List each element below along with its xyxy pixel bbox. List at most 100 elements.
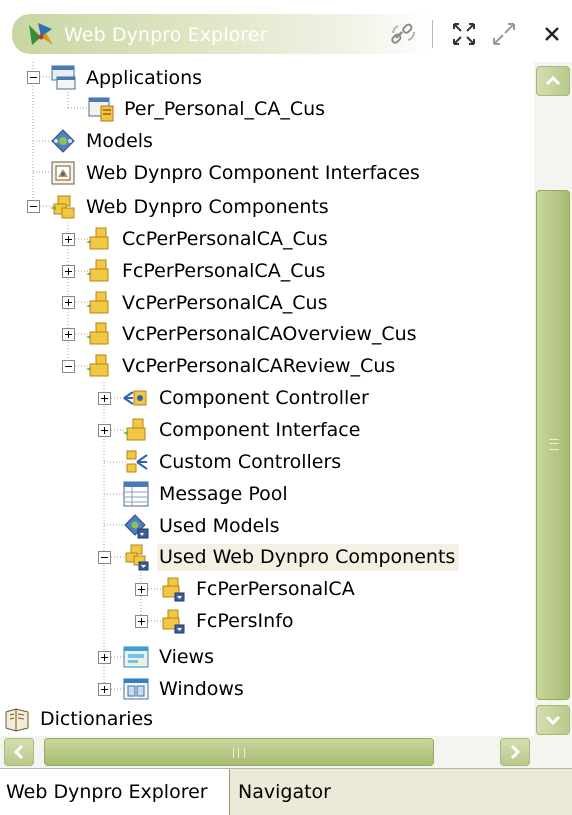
- application-icon: [88, 97, 114, 122]
- tab-navigator[interactable]: Navigator: [230, 769, 360, 815]
- tree-node-applications[interactable]: Applications: [48, 62, 206, 94]
- close-icon[interactable]: [536, 18, 568, 50]
- horizontal-scroll-thumb[interactable]: [44, 738, 434, 766]
- collapse-toggle[interactable]: [98, 551, 111, 564]
- tree-node-label: VcPerPersonalCAOverview_Cus: [122, 322, 417, 345]
- dictionaries-icon: [5, 708, 29, 732]
- tree-node-label: Web Dynpro Component Interfaces: [86, 161, 420, 184]
- view-title: Web Dynpro Explorer: [64, 24, 268, 46]
- tree-node-component-controller[interactable]: Component Controller: [121, 382, 373, 414]
- explorer-tree: Applications Per_Personal_CA_Cus Models: [0, 62, 534, 736]
- toolbar-separator: [432, 20, 433, 48]
- maximize-icon[interactable]: [448, 18, 480, 50]
- expand-toggle[interactable]: [135, 615, 148, 628]
- horizontal-scrollbar[interactable]: [0, 736, 572, 768]
- used-component-icon: [162, 577, 185, 602]
- tree-node-windows[interactable]: Windows: [121, 673, 248, 705]
- expand-toggle[interactable]: [62, 296, 75, 309]
- tree-node-label: CcPerPersonalCA_Cus: [122, 227, 328, 250]
- views-icon: [123, 646, 149, 668]
- chevron-right-icon: [510, 744, 521, 760]
- tree-node-views[interactable]: Views: [121, 641, 218, 673]
- windows-icon: [123, 678, 149, 700]
- tree-node-component-interfaces[interactable]: Web Dynpro Component Interfaces: [48, 157, 424, 189]
- expand-toggle[interactable]: [98, 651, 111, 664]
- tree-node-component[interactable]: CcPerPersonalCA_Cus: [84, 223, 332, 255]
- component-icon: [86, 322, 109, 345]
- scroll-down-button[interactable]: [536, 705, 570, 735]
- tree-node-component-interface[interactable]: Component Interface: [121, 414, 364, 446]
- tree-node-label: Dictionaries: [40, 707, 154, 730]
- tree-node-label: Component Interface: [159, 418, 361, 441]
- component-icon: [86, 354, 109, 377]
- component-icon: [86, 227, 109, 250]
- tree-node-dictionaries[interactable]: Dictionaries: [2, 703, 157, 735]
- custom-controllers-icon: [126, 450, 148, 473]
- chevron-left-icon: [13, 744, 24, 760]
- tree-node-component[interactable]: FcPerPersonalCA_Cus: [84, 255, 329, 287]
- tree-node-component[interactable]: VcPerPersonalCAReview_Cus: [84, 350, 399, 382]
- applications-icon: [51, 65, 76, 90]
- scroll-right-button[interactable]: [500, 738, 530, 766]
- tree-node-label: Models: [86, 129, 153, 152]
- tree-node-label: Used Models: [159, 514, 280, 537]
- vertical-scroll-thumb[interactable]: [536, 190, 570, 700]
- scroll-left-button[interactable]: [4, 738, 34, 766]
- component-interfaces-icon: [51, 161, 75, 185]
- expand-toggle[interactable]: [98, 424, 111, 437]
- tree-node-component[interactable]: VcPerPersonalCA_Cus: [84, 287, 331, 319]
- tree-node-label: FcPersInfo: [196, 609, 294, 632]
- models-icon: [51, 129, 75, 153]
- tree-node-label: Component Controller: [159, 386, 369, 409]
- web-dynpro-explorer-window: Web Dynpro Explorer Applications Per_Per…: [0, 0, 572, 815]
- scroll-grip: [233, 748, 245, 758]
- link-sync-icon[interactable]: [388, 18, 420, 50]
- scroll-up-button[interactable]: [536, 66, 570, 96]
- tree-node-label: Web Dynpro Components: [86, 195, 329, 218]
- message-pool-icon: [123, 481, 149, 507]
- component-icon: [86, 291, 109, 314]
- tree-node-label: Message Pool: [159, 482, 288, 505]
- expand-toggle[interactable]: [62, 265, 75, 278]
- component-icon: [86, 259, 109, 282]
- tree-node-components[interactable]: Web Dynpro Components: [48, 191, 333, 223]
- tree-node-used-component[interactable]: FcPerPersonalCA: [158, 573, 359, 605]
- expand-toggle[interactable]: [62, 328, 75, 341]
- tree-node-label: Per_Personal_CA_Cus: [124, 97, 326, 120]
- scrollbar-corner: [534, 736, 572, 768]
- expand-toggle[interactable]: [62, 233, 75, 246]
- tree-node-label: Custom Controllers: [159, 450, 342, 473]
- chevron-down-icon: [545, 715, 561, 726]
- tab-web-dynpro-explorer[interactable]: Web Dynpro Explorer: [0, 769, 230, 815]
- component-controller-icon: [123, 390, 147, 406]
- tree-node-component[interactable]: VcPerPersonalCAOverview_Cus: [84, 318, 421, 350]
- tree-node-label: Applications: [86, 66, 203, 89]
- expand-toggle[interactable]: [135, 583, 148, 596]
- used-component-icon: [162, 609, 185, 634]
- tree-node-used-components[interactable]: Used Web Dynpro Components: [121, 541, 460, 573]
- expand-toggle[interactable]: [98, 683, 111, 696]
- tree-node-label: Used Web Dynpro Components: [157, 543, 460, 571]
- collapse-toggle[interactable]: [27, 200, 40, 213]
- component-interface-icon: [123, 418, 146, 441]
- components-icon: [50, 195, 75, 219]
- tree-node-used-component[interactable]: FcPersInfo: [158, 605, 298, 637]
- tree-node-label: VcPerPersonalCA_Cus: [122, 291, 328, 314]
- view-tab-bar: Web Dynpro Explorer Navigator: [0, 768, 572, 815]
- used-models-icon: [124, 514, 149, 539]
- collapse-toggle[interactable]: [27, 71, 40, 84]
- tree-node-label: FcPerPersonalCA_Cus: [122, 259, 326, 282]
- tree-node-models[interactable]: Models: [48, 125, 157, 157]
- tree-node-message-pool[interactable]: Message Pool: [121, 478, 292, 510]
- tree-node-label: VcPerPersonalCAReview_Cus: [122, 354, 396, 377]
- tree-node-application[interactable]: Per_Personal_CA_Cus: [86, 93, 329, 125]
- expand-toggle[interactable]: [98, 392, 111, 405]
- tree-node-used-models[interactable]: Used Models: [121, 510, 284, 542]
- vertical-scrollbar[interactable]: [534, 62, 572, 736]
- restore-icon[interactable]: [488, 18, 520, 50]
- tree-node-custom-controllers[interactable]: Custom Controllers: [121, 446, 345, 478]
- view-title-bar: Web Dynpro Explorer: [0, 0, 572, 62]
- chevron-up-icon: [545, 75, 561, 86]
- tree-node-label: FcPerPersonalCA: [196, 577, 355, 600]
- collapse-toggle[interactable]: [62, 360, 75, 373]
